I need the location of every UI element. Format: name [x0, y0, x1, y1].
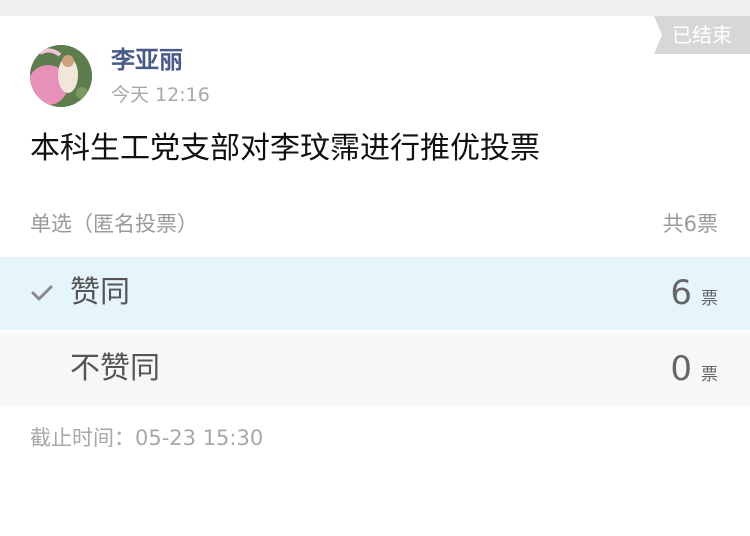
ended-badge-notch — [654, 16, 662, 54]
vote-title: 本科生工党支部对李玟霈进行推优投票 — [30, 131, 540, 166]
option-count: 0 — [670, 349, 692, 389]
option-unit: 票 — [701, 365, 718, 385]
option-label: 赞同 — [70, 275, 130, 310]
avatar[interactable] — [30, 45, 92, 107]
option-count: 6 — [670, 273, 692, 313]
post-time: 今天 12:16 — [111, 84, 210, 106]
option-label: 不赞同 — [70, 351, 160, 386]
vote-type: 单选（匿名投票） — [30, 212, 198, 236]
option-unit: 票 — [701, 289, 718, 309]
checkmark-icon — [30, 281, 54, 305]
vote-deadline: 截止时间：05-23 15:30 — [30, 426, 264, 450]
top-strip — [0, 0, 750, 16]
ended-label: 已结束 — [672, 23, 732, 47]
author-name[interactable]: 李亚丽 — [111, 45, 183, 75]
vote-option-disagree[interactable]: 不赞同 0 票 — [0, 333, 750, 406]
vote-option-agree[interactable]: 赞同 6 票 — [0, 257, 750, 330]
avatar-image — [30, 45, 92, 107]
vote-total: 共6票 — [662, 212, 718, 236]
ended-badge: 已结束 — [654, 16, 750, 54]
